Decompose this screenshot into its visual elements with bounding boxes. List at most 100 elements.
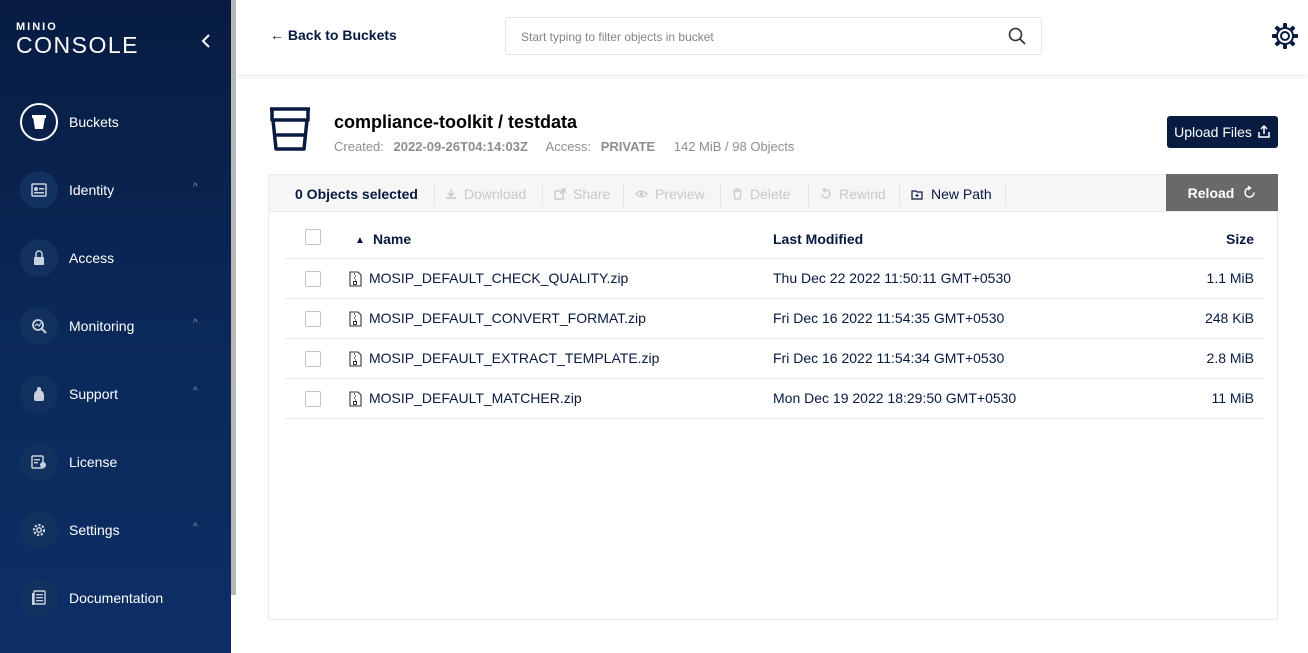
new-path-label: New Path <box>931 186 992 202</box>
bucket-usage: 142 MiB / 98 Objects <box>673 139 795 154</box>
objects-table: ▲ Name Last Modified Size MOSIP_DEFAULT_… <box>268 211 1278 620</box>
sidebar-item-label: License <box>69 454 118 470</box>
chevron-left-icon <box>201 34 210 48</box>
select-all-checkbox[interactable] <box>305 229 321 245</box>
zip-file-icon <box>349 311 362 327</box>
minio-logo[interactable]: MINIO CONSOLE <box>16 22 139 58</box>
sidebar-item-label: Support <box>69 386 119 402</box>
gear-icon <box>20 511 58 549</box>
created-label: Created: <box>334 139 384 154</box>
trash-icon <box>733 188 742 200</box>
download-icon <box>446 189 456 199</box>
chevron-up-icon: ^ <box>193 318 198 329</box>
arrow-left-icon: ← <box>270 27 284 43</box>
back-to-buckets-link[interactable]: ← Back to Buckets <box>270 27 397 43</box>
sidebar-item-label: Documentation <box>69 590 164 606</box>
sidebar-item-label: Monitoring <box>69 318 135 334</box>
row-checkbox[interactable] <box>305 351 321 367</box>
download-button[interactable]: Download <box>445 186 526 202</box>
logo-title: CONSOLE <box>16 32 139 58</box>
upload-files-button[interactable]: Upload Files <box>1167 116 1278 148</box>
row-checkbox[interactable] <box>305 271 321 287</box>
toolbar-divider <box>808 184 809 206</box>
bucket-title: compliance-toolkit / testdata <box>334 112 578 132</box>
search-input[interactable] <box>521 27 981 47</box>
monitoring-icon <box>20 307 58 345</box>
search-icon[interactable] <box>1007 26 1027 46</box>
collapse-sidebar-button[interactable] <box>198 31 214 51</box>
reload-label: Reload <box>1187 184 1235 201</box>
delete-button[interactable]: Delete <box>732 186 790 202</box>
table-row[interactable]: MOSIP_DEFAULT_EXTRACT_TEMPLATE.zip Fri D… <box>285 339 1264 379</box>
row-size: 248 KiB <box>1204 310 1254 326</box>
license-icon <box>20 443 58 481</box>
sidebar-item-monitoring[interactable]: Monitoring ^ <box>20 306 220 346</box>
toolbar-divider <box>623 184 624 206</box>
documentation-icon <box>20 579 58 617</box>
sidebar-item-identity[interactable]: Identity ^ <box>20 170 220 210</box>
toolbar-divider <box>720 184 721 206</box>
access-label: Access: <box>545 139 592 154</box>
row-checkbox[interactable] <box>305 391 321 407</box>
table-header: ▲ Name Last Modified Size <box>285 223 1264 259</box>
refresh-icon <box>1244 186 1256 198</box>
share-icon <box>554 188 566 200</box>
sidebar-scrollbar[interactable] <box>231 0 236 595</box>
zip-file-icon <box>349 271 362 287</box>
chevron-up-icon: ^ <box>193 386 198 397</box>
row-modified: Fri Dec 16 2022 11:54:35 GMT+0530 <box>773 310 1005 326</box>
download-label: Download <box>464 186 527 202</box>
new-path-button[interactable]: New Path <box>911 186 992 202</box>
settings-button[interactable] <box>1270 21 1300 51</box>
reload-button[interactable]: Reload <box>1166 174 1278 211</box>
bucket-icon <box>20 103 58 141</box>
sidebar-item-documentation[interactable]: Documentation <box>20 578 220 618</box>
sort-ascending-icon[interactable]: ▲ <box>355 235 365 246</box>
zip-file-icon <box>349 351 362 367</box>
toolbar-divider <box>899 184 900 206</box>
folder-plus-icon <box>911 189 923 200</box>
sidebar-item-label: Buckets <box>69 114 119 130</box>
row-size: 1.1 MiB <box>1206 270 1254 286</box>
gear-icon <box>1272 23 1298 49</box>
row-modified: Thu Dec 22 2022 11:50:11 GMT+0530 <box>773 270 1012 286</box>
upload-icon <box>1258 125 1270 138</box>
sidebar-item-label: Identity <box>69 182 115 198</box>
row-modified: Mon Dec 19 2022 18:29:50 GMT+0530 <box>773 390 1017 406</box>
share-label: Share <box>573 186 611 202</box>
access-value: PRIVATE <box>600 139 656 154</box>
back-link-label: Back to Buckets <box>287 27 397 43</box>
objects-selected-count: 0 Objects selected <box>295 186 418 202</box>
preview-button[interactable]: Preview <box>635 186 705 202</box>
column-header-name[interactable]: Name <box>373 231 411 247</box>
share-button[interactable]: Share <box>554 186 610 202</box>
row-checkbox[interactable] <box>305 311 321 327</box>
table-row[interactable]: MOSIP_DEFAULT_CHECK_QUALITY.zip Thu Dec … <box>285 259 1264 299</box>
column-header-size[interactable]: Size <box>1226 231 1254 247</box>
row-size: 2.8 MiB <box>1206 350 1254 366</box>
sidebar-item-settings[interactable]: Settings ^ <box>20 510 220 550</box>
sidebar-item-support[interactable]: Support ^ <box>20 374 220 414</box>
table-row[interactable]: MOSIP_DEFAULT_CONVERT_FORMAT.zip Fri Dec… <box>285 299 1264 339</box>
bucket-meta: Created: 2022-09-26T04:14:03Z Access: PR… <box>334 139 794 154</box>
sidebar-item-license[interactable]: License <box>20 442 220 482</box>
table-row[interactable]: MOSIP_DEFAULT_MATCHER.zip Mon Dec 19 202… <box>285 379 1264 419</box>
zip-file-icon <box>349 391 362 407</box>
column-header-last-modified[interactable]: Last Modified <box>773 231 863 247</box>
toolbar-divider <box>434 184 435 206</box>
created-value: 2022-09-26T04:14:03Z <box>393 139 528 154</box>
sidebar-item-buckets[interactable]: Buckets <box>20 102 220 142</box>
row-size: 11 MiB <box>1211 390 1254 406</box>
row-name: MOSIP_DEFAULT_CONVERT_FORMAT.zip <box>369 310 646 326</box>
bucket-icon <box>270 107 310 151</box>
objects-toolbar: 0 Objects selected Download Share Previe… <box>268 174 1278 212</box>
rewind-button[interactable]: Rewind <box>820 186 886 202</box>
sidebar: MINIO CONSOLE Buckets Identity ^ Access … <box>0 0 231 653</box>
lock-icon <box>20 239 58 277</box>
sidebar-item-label: Access <box>69 250 115 266</box>
sidebar-item-access[interactable]: Access <box>20 238 220 278</box>
row-name: MOSIP_DEFAULT_EXTRACT_TEMPLATE.zip <box>369 350 660 366</box>
rewind-label: Rewind <box>839 186 886 202</box>
upload-files-label: Upload Files <box>1174 124 1252 140</box>
search-box[interactable] <box>505 17 1042 55</box>
